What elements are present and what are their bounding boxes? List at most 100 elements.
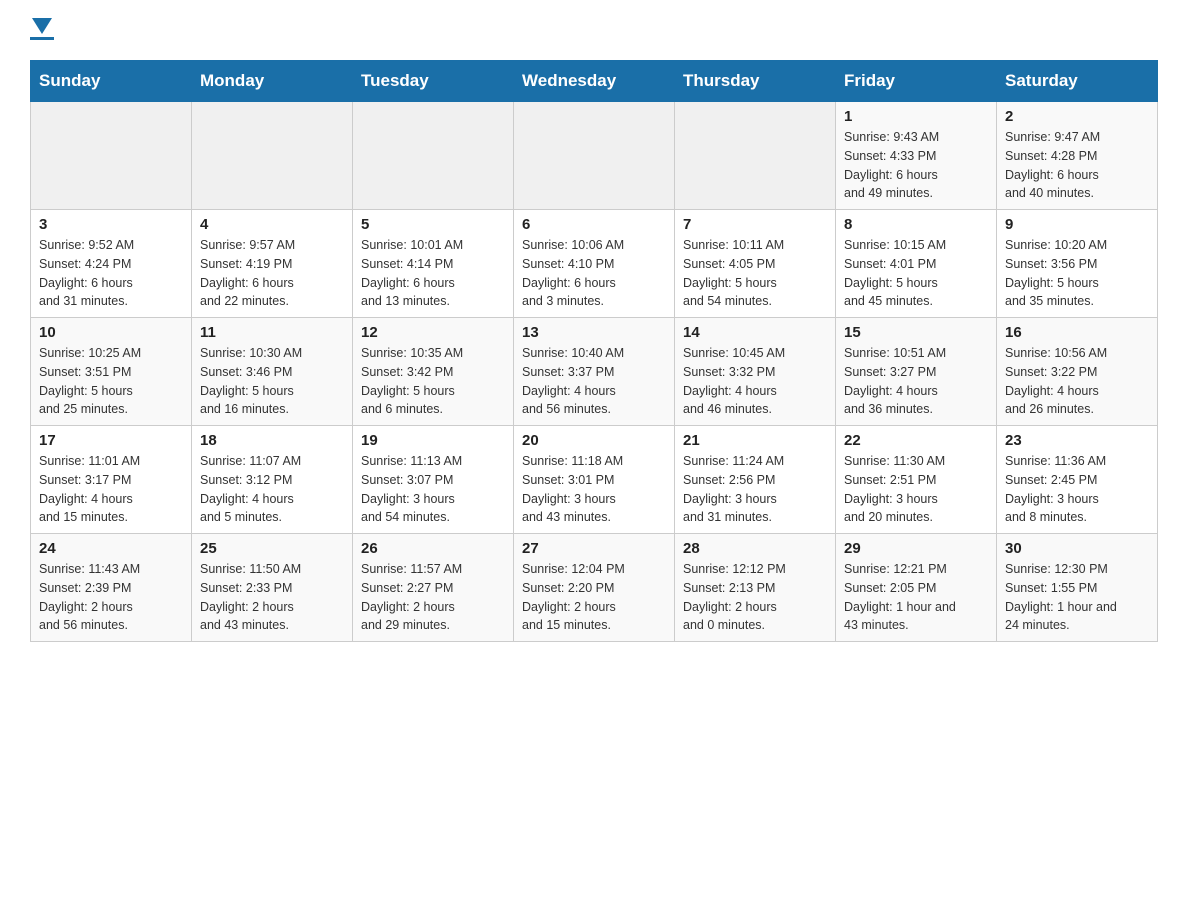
day-number: 3 — [39, 216, 183, 233]
day-info: Sunrise: 11:36 AM Sunset: 2:45 PM Daylig… — [1005, 452, 1149, 527]
day-number: 11 — [200, 324, 344, 341]
day-number: 4 — [200, 216, 344, 233]
calendar-cell: 8Sunrise: 10:15 AM Sunset: 4:01 PM Dayli… — [836, 210, 997, 318]
day-number: 21 — [683, 432, 827, 449]
weekday-header-row: SundayMondayTuesdayWednesdayThursdayFrid… — [31, 61, 1158, 102]
day-info: Sunrise: 10:20 AM Sunset: 3:56 PM Daylig… — [1005, 236, 1149, 311]
day-info: Sunrise: 11:18 AM Sunset: 3:01 PM Daylig… — [522, 452, 666, 527]
calendar-cell — [514, 102, 675, 210]
logo-triangle-icon — [32, 18, 52, 34]
calendar-cell: 12 Sunrise: 10:35 AM Sunset: 3:42 PM Dayl… — [353, 318, 514, 426]
day-info: Sunrise: 12:30 PM Sunset: 1:55 PM Daylig… — [1005, 560, 1149, 635]
calendar-cell: 10 Sunrise: 10:25 AM Sunset: 3:51 PM Dayl… — [31, 318, 192, 426]
day-number: 18 — [200, 432, 344, 449]
calendar-cell: 23 Sunrise: 11:36 AM Sunset: 2:45 PM Dayl… — [997, 426, 1158, 534]
day-number: 7 — [683, 216, 827, 233]
day-info: Sunrise: 10:30 AM Sunset: 3:46 PM Daylig… — [200, 344, 344, 419]
day-number: 25 — [200, 540, 344, 557]
day-info: Sunrise: 11:50 AM Sunset: 2:33 PM Daylig… — [200, 560, 344, 635]
calendar-cell: 17 Sunrise: 11:01 AM Sunset: 3:17 PM Dayl… — [31, 426, 192, 534]
day-info: Sunrise: 11:01 AM Sunset: 3:17 PM Daylig… — [39, 452, 183, 527]
page-header — [30, 20, 1158, 40]
calendar-cell: 24 Sunrise: 11:43 AM Sunset: 2:39 PM Dayl… — [31, 534, 192, 642]
calendar-cell: 25 Sunrise: 11:50 AM Sunset: 2:33 PM Dayl… — [192, 534, 353, 642]
day-info: Sunrise: 10:15 AM Sunset: 4:01 PM Daylig… — [844, 236, 988, 311]
day-number: 5 — [361, 216, 505, 233]
day-info: Sunrise: 10:01 AM Sunset: 4:14 PM Daylig… — [361, 236, 505, 311]
day-info: Sunrise: 10:25 AM Sunset: 3:51 PM Daylig… — [39, 344, 183, 419]
calendar-cell: 30 Sunrise: 12:30 PM Sunset: 1:55 PM Dayl… — [997, 534, 1158, 642]
calendar-cell — [675, 102, 836, 210]
day-info: Sunrise: 12:21 PM Sunset: 2:05 PM Daylig… — [844, 560, 988, 635]
day-number: 6 — [522, 216, 666, 233]
calendar-cell: 20 Sunrise: 11:18 AM Sunset: 3:01 PM Dayl… — [514, 426, 675, 534]
day-info: Sunrise: 10:11 AM Sunset: 4:05 PM Daylig… — [683, 236, 827, 311]
day-number: 10 — [39, 324, 183, 341]
day-number: 20 — [522, 432, 666, 449]
day-number: 19 — [361, 432, 505, 449]
calendar-cell: 2 Sunrise: 9:47 AM Sunset: 4:28 PM Daylig… — [997, 102, 1158, 210]
weekday-header-wednesday: Wednesday — [514, 61, 675, 102]
day-info: Sunrise: 10:40 AM Sunset: 3:37 PM Daylig… — [522, 344, 666, 419]
weekday-header-sunday: Sunday — [31, 61, 192, 102]
day-number: 24 — [39, 540, 183, 557]
day-info: Sunrise: 10:45 AM Sunset: 3:32 PM Daylig… — [683, 344, 827, 419]
calendar-week-row: 10 Sunrise: 10:25 AM Sunset: 3:51 PM Dayl… — [31, 318, 1158, 426]
day-info: Sunrise: 9:57 AM Sunset: 4:19 PM Dayligh… — [200, 236, 344, 311]
calendar-cell: 4 Sunrise: 9:57 AM Sunset: 4:19 PM Daylig… — [192, 210, 353, 318]
day-number: 30 — [1005, 540, 1149, 557]
calendar-cell: 22 Sunrise: 11:30 AM Sunset: 2:51 PM Dayl… — [836, 426, 997, 534]
day-info: Sunrise: 12:04 PM Sunset: 2:20 PM Daylig… — [522, 560, 666, 635]
calendar-cell: 11 Sunrise: 10:30 AM Sunset: 3:46 PM Dayl… — [192, 318, 353, 426]
day-number: 2 — [1005, 108, 1149, 125]
weekday-header-monday: Monday — [192, 61, 353, 102]
calendar-cell: 1 Sunrise: 9:43 AM Sunset: 4:33 PM Daylig… — [836, 102, 997, 210]
calendar-week-row: 17 Sunrise: 11:01 AM Sunset: 3:17 PM Dayl… — [31, 426, 1158, 534]
weekday-header-tuesday: Tuesday — [353, 61, 514, 102]
calendar-cell: 9Sunrise: 10:20 AM Sunset: 3:56 PM Dayli… — [997, 210, 1158, 318]
calendar-cell: 26 Sunrise: 11:57 AM Sunset: 2:27 PM Dayl… — [353, 534, 514, 642]
calendar-cell — [353, 102, 514, 210]
weekday-header-saturday: Saturday — [997, 61, 1158, 102]
day-info: Sunrise: 9:43 AM Sunset: 4:33 PM Dayligh… — [844, 128, 988, 203]
day-info: Sunrise: 10:35 AM Sunset: 3:42 PM Daylig… — [361, 344, 505, 419]
day-number: 22 — [844, 432, 988, 449]
day-info: Sunrise: 11:30 AM Sunset: 2:51 PM Daylig… — [844, 452, 988, 527]
calendar-cell: 13Sunrise: 10:40 AM Sunset: 3:37 PM Dayl… — [514, 318, 675, 426]
logo — [30, 20, 54, 40]
calendar-cell: 16Sunrise: 10:56 AM Sunset: 3:22 PM Dayl… — [997, 318, 1158, 426]
calendar-cell: 28 Sunrise: 12:12 PM Sunset: 2:13 PM Dayl… — [675, 534, 836, 642]
calendar-cell — [31, 102, 192, 210]
calendar-cell — [192, 102, 353, 210]
day-info: Sunrise: 11:24 AM Sunset: 2:56 PM Daylig… — [683, 452, 827, 527]
day-info: Sunrise: 11:43 AM Sunset: 2:39 PM Daylig… — [39, 560, 183, 635]
day-number: 15 — [844, 324, 988, 341]
day-number: 29 — [844, 540, 988, 557]
day-number: 23 — [1005, 432, 1149, 449]
calendar-cell: 6Sunrise: 10:06 AM Sunset: 4:10 PM Dayli… — [514, 210, 675, 318]
logo-underline — [30, 37, 54, 40]
day-info: Sunrise: 9:47 AM Sunset: 4:28 PM Dayligh… — [1005, 128, 1149, 203]
calendar-cell: 21 Sunrise: 11:24 AM Sunset: 2:56 PM Dayl… — [675, 426, 836, 534]
day-number: 17 — [39, 432, 183, 449]
calendar-cell: 7 Sunrise: 10:11 AM Sunset: 4:05 PM Dayli… — [675, 210, 836, 318]
calendar-cell: 27Sunrise: 12:04 PM Sunset: 2:20 PM Dayl… — [514, 534, 675, 642]
calendar-cell: 5 Sunrise: 10:01 AM Sunset: 4:14 PM Dayli… — [353, 210, 514, 318]
calendar-cell: 29 Sunrise: 12:21 PM Sunset: 2:05 PM Dayl… — [836, 534, 997, 642]
calendar-week-row: 24 Sunrise: 11:43 AM Sunset: 2:39 PM Dayl… — [31, 534, 1158, 642]
calendar-cell: 19 Sunrise: 11:13 AM Sunset: 3:07 PM Dayl… — [353, 426, 514, 534]
weekday-header-thursday: Thursday — [675, 61, 836, 102]
calendar-week-row: 3Sunrise: 9:52 AM Sunset: 4:24 PM Daylig… — [31, 210, 1158, 318]
calendar-cell: 14Sunrise: 10:45 AM Sunset: 3:32 PM Dayl… — [675, 318, 836, 426]
day-info: Sunrise: 10:51 AM Sunset: 3:27 PM Daylig… — [844, 344, 988, 419]
day-number: 1 — [844, 108, 988, 125]
day-info: Sunrise: 11:57 AM Sunset: 2:27 PM Daylig… — [361, 560, 505, 635]
day-info: Sunrise: 10:56 AM Sunset: 3:22 PM Daylig… — [1005, 344, 1149, 419]
day-number: 26 — [361, 540, 505, 557]
day-info: Sunrise: 12:12 PM Sunset: 2:13 PM Daylig… — [683, 560, 827, 635]
day-info: Sunrise: 11:07 AM Sunset: 3:12 PM Daylig… — [200, 452, 344, 527]
calendar-cell: 3Sunrise: 9:52 AM Sunset: 4:24 PM Daylig… — [31, 210, 192, 318]
day-number: 12 — [361, 324, 505, 341]
day-info: Sunrise: 11:13 AM Sunset: 3:07 PM Daylig… — [361, 452, 505, 527]
day-number: 28 — [683, 540, 827, 557]
